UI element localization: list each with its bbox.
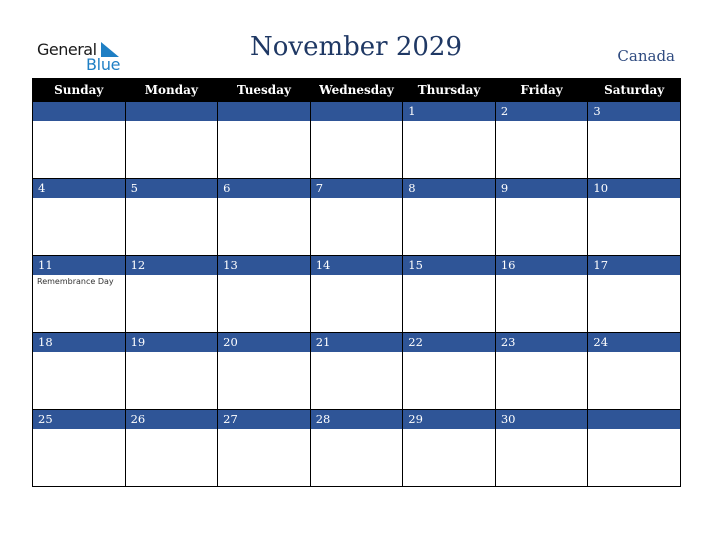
- weekday-wednesday: Wednesday: [309, 78, 404, 102]
- day-cell[interactable]: 14: [309, 255, 404, 333]
- day-cell[interactable]: 2: [494, 101, 589, 179]
- weekday-header-row: Sunday Monday Tuesday Wednesday Thursday…: [32, 78, 681, 102]
- day-number: 16: [495, 256, 588, 275]
- day-number: 5: [125, 179, 218, 198]
- day-cell[interactable]: [124, 101, 219, 179]
- day-number: 24: [588, 333, 680, 352]
- day-number: 30: [495, 410, 588, 429]
- day-cell[interactable]: 11 Remembrance Day: [32, 255, 126, 333]
- day-number: 8: [403, 179, 495, 198]
- day-number: 14: [310, 256, 403, 275]
- weekday-tuesday: Tuesday: [217, 78, 311, 102]
- day-number: 1: [403, 102, 495, 121]
- day-number: 6: [218, 179, 310, 198]
- day-cell[interactable]: [217, 101, 311, 179]
- day-number: 25: [33, 410, 125, 429]
- day-number: [310, 102, 403, 121]
- country-label: Canada: [617, 47, 675, 65]
- day-number: 10: [588, 179, 680, 198]
- day-cell[interactable]: 15: [402, 255, 496, 333]
- day-cell[interactable]: 20: [217, 332, 311, 410]
- day-cell[interactable]: [32, 101, 126, 179]
- weekday-thursday: Thursday: [402, 78, 496, 102]
- day-cell[interactable]: 3: [587, 101, 681, 179]
- day-cell[interactable]: 17: [587, 255, 681, 333]
- week-row: 11 Remembrance Day 12 13 14 15 16 17: [32, 255, 681, 333]
- day-number: 7: [310, 179, 403, 198]
- day-cell[interactable]: [309, 101, 404, 179]
- week-row: 4 5 6 7 8 9 10: [32, 178, 681, 256]
- week-row: 18 19 20 21 22 23 24: [32, 332, 681, 410]
- day-number: 17: [588, 256, 680, 275]
- day-number: 15: [403, 256, 495, 275]
- weekday-friday: Friday: [494, 78, 589, 102]
- day-number: 3: [588, 102, 680, 121]
- day-cell[interactable]: 23: [494, 332, 589, 410]
- day-cell[interactable]: 18: [32, 332, 126, 410]
- day-cell[interactable]: 30: [494, 409, 589, 487]
- day-cell[interactable]: 29: [402, 409, 496, 487]
- day-number: 11: [33, 256, 125, 275]
- day-cell[interactable]: 13: [217, 255, 311, 333]
- calendar-title: November 2029: [249, 32, 463, 62]
- day-cell[interactable]: 5: [124, 178, 219, 256]
- holiday-label: Remembrance Day: [37, 277, 114, 286]
- day-cell[interactable]: 26: [124, 409, 219, 487]
- day-number: 4: [33, 179, 125, 198]
- week-row: 25 26 27 28 29 30: [32, 409, 681, 487]
- day-cell[interactable]: 19: [124, 332, 219, 410]
- day-cell[interactable]: 27: [217, 409, 311, 487]
- day-cell[interactable]: [587, 409, 681, 487]
- day-number: [588, 410, 680, 429]
- day-cell[interactable]: 8: [402, 178, 496, 256]
- day-cell[interactable]: 9: [494, 178, 589, 256]
- day-number: 21: [310, 333, 403, 352]
- day-cell[interactable]: 25: [32, 409, 126, 487]
- day-number: [125, 102, 218, 121]
- day-number: 28: [310, 410, 403, 429]
- day-number: 12: [125, 256, 218, 275]
- day-number: 27: [218, 410, 310, 429]
- day-number: 18: [33, 333, 125, 352]
- weekday-saturday: Saturday: [587, 78, 681, 102]
- day-number: 23: [495, 333, 588, 352]
- day-number: 26: [125, 410, 218, 429]
- weekday-sunday: Sunday: [32, 78, 126, 102]
- day-cell[interactable]: 1: [402, 101, 496, 179]
- day-number: [33, 102, 125, 121]
- calendar-grid: Sunday Monday Tuesday Wednesday Thursday…: [32, 78, 681, 487]
- day-number: 19: [125, 333, 218, 352]
- day-number: 9: [495, 179, 588, 198]
- day-cell[interactable]: 6: [217, 178, 311, 256]
- day-number: 13: [218, 256, 310, 275]
- day-number: 29: [403, 410, 495, 429]
- day-cell[interactable]: 21: [309, 332, 404, 410]
- day-number: [218, 102, 310, 121]
- day-cell[interactable]: 10: [587, 178, 681, 256]
- day-cell[interactable]: 12: [124, 255, 219, 333]
- week-row: 123: [32, 101, 681, 179]
- day-number: 20: [218, 333, 310, 352]
- day-cell[interactable]: 16: [494, 255, 589, 333]
- day-cell[interactable]: 28: [309, 409, 404, 487]
- day-cell[interactable]: 4: [32, 178, 126, 256]
- day-number: 2: [495, 102, 588, 121]
- day-cell[interactable]: 24: [587, 332, 681, 410]
- weekday-monday: Monday: [124, 78, 219, 102]
- day-number: 22: [403, 333, 495, 352]
- day-cell[interactable]: 22: [402, 332, 496, 410]
- day-cell[interactable]: 7: [309, 178, 404, 256]
